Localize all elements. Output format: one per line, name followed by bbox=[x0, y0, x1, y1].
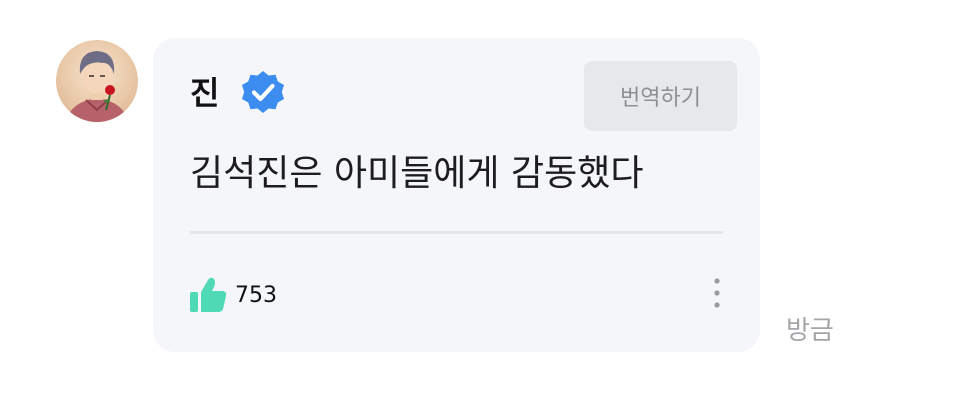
comment-card: 진 번역하기 김석진은 아미들에게 감동했다 753 bbox=[153, 38, 760, 352]
verified-badge-icon bbox=[242, 71, 284, 113]
avatar[interactable] bbox=[56, 40, 138, 122]
like-count: 753 bbox=[235, 283, 277, 308]
translate-button[interactable]: 번역하기 bbox=[584, 61, 737, 131]
comment-text: 김석진은 아미들에게 감동했다 bbox=[190, 153, 644, 194]
divider bbox=[190, 231, 723, 234]
thumbs-up-icon[interactable] bbox=[188, 276, 228, 314]
author-name[interactable]: 진 bbox=[190, 73, 219, 113]
more-vertical-icon[interactable] bbox=[708, 276, 726, 312]
timestamp: 방금 bbox=[786, 316, 834, 346]
